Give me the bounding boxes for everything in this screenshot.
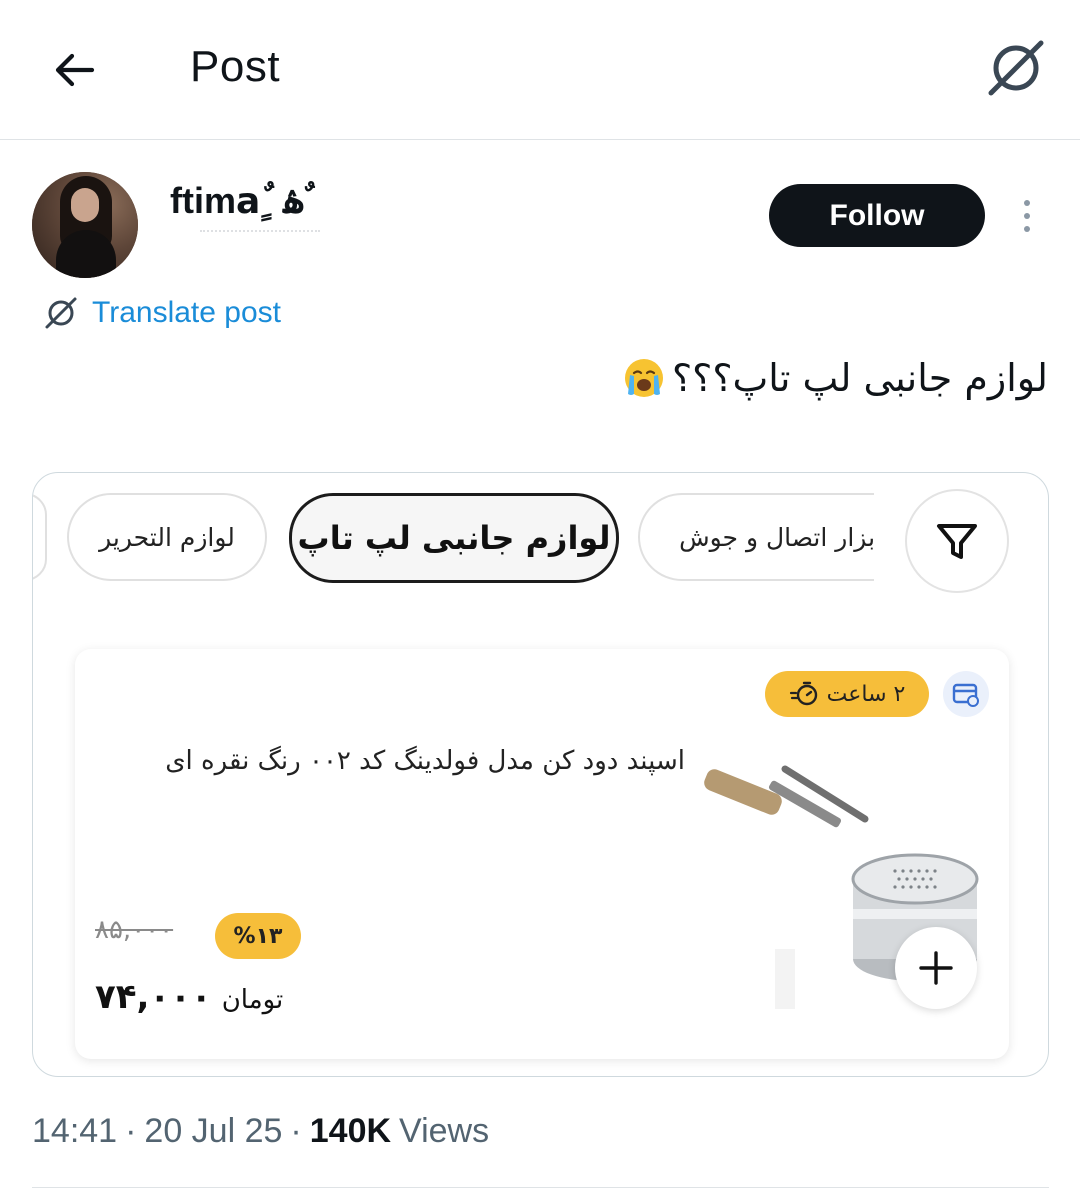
divider <box>32 1187 1049 1188</box>
timer-label: ۲ ساعت <box>826 681 906 707</box>
post-body: لوازم جانبی لپ تاپ؟؟؟ <box>672 356 1048 400</box>
price-currency: تومان <box>221 985 284 1015</box>
add-to-cart-button[interactable] <box>895 927 977 1009</box>
post-media[interactable]: لوازم التحریر لوازم جانبی لپ تاپ ابزار ا… <box>32 472 1049 1077</box>
delivery-time-badge: ۲ ساعت <box>765 671 929 717</box>
author-handle <box>200 230 320 238</box>
schedule-card-icon <box>943 671 989 717</box>
post-meta: 14:41 · 20 Jul 25 · 140K Views <box>32 1112 489 1151</box>
post-date[interactable]: 20 Jul 25 <box>144 1112 282 1151</box>
chip-soldering-tools[interactable]: ابزار اتصال و جوش <box>638 493 874 581</box>
translate-post-link[interactable]: Translate post <box>44 292 281 334</box>
current-price: تومان ۷۴,۰۰۰ <box>95 977 283 1017</box>
follow-button[interactable]: Follow <box>769 184 985 247</box>
post-page: Post ftimaٌ ٍ ۿ ٌ Follow Translate post … <box>0 0 1080 1190</box>
plus-icon <box>919 951 953 985</box>
chip-stationery[interactable]: لوازم التحریر <box>67 493 267 581</box>
product-card[interactable]: ۲ ساعت اسپند دود کن مدل فولدینگ کد ۰۰۲ ر… <box>75 649 1009 1059</box>
back-button[interactable] <box>44 40 104 100</box>
product-title: اسپند دود کن مدل فولدینگ کد ۰۰۲ رنگ نقره… <box>165 746 685 776</box>
crying-face-icon <box>625 359 663 397</box>
price-amount: ۷۴,۰۰۰ <box>95 977 212 1017</box>
translate-icon <box>45 297 77 329</box>
translate-button[interactable] <box>982 36 1050 100</box>
post-time[interactable]: 14:41 <box>32 1112 117 1151</box>
views-count[interactable]: 140K <box>310 1112 391 1151</box>
meta-separator: · <box>125 1112 137 1150</box>
chip-laptop-accessories[interactable]: لوازم جانبی لپ تاپ <box>289 493 619 583</box>
avatar[interactable] <box>32 172 138 278</box>
filter-icon <box>937 524 977 559</box>
discount-badge: %۱۳ <box>215 913 301 959</box>
arrow-left-icon <box>55 53 95 87</box>
author-name[interactable]: ftimaٌ ٍ ۿ ٌ <box>170 180 316 222</box>
fast-timer-icon <box>789 681 817 706</box>
top-bar: Post <box>0 0 1080 140</box>
more-options-button[interactable] <box>1010 194 1044 238</box>
post-text: لوازم جانبی لپ تاپ؟؟؟ <box>622 356 1048 400</box>
views-label: Views <box>399 1112 490 1150</box>
translate-icon <box>988 40 1044 96</box>
page-title: Post <box>190 42 281 91</box>
filter-button[interactable] <box>905 489 1009 593</box>
meta-separator: · <box>290 1112 302 1150</box>
category-chips: لوازم التحریر لوازم جانبی لپ تاپ ابزار ا… <box>33 473 1048 613</box>
chip-partial[interactable] <box>33 493 47 581</box>
translate-label: Translate post <box>92 296 281 329</box>
more-dots-icon <box>1024 200 1030 206</box>
old-price: ۸۵,۰۰۰ <box>95 915 174 945</box>
